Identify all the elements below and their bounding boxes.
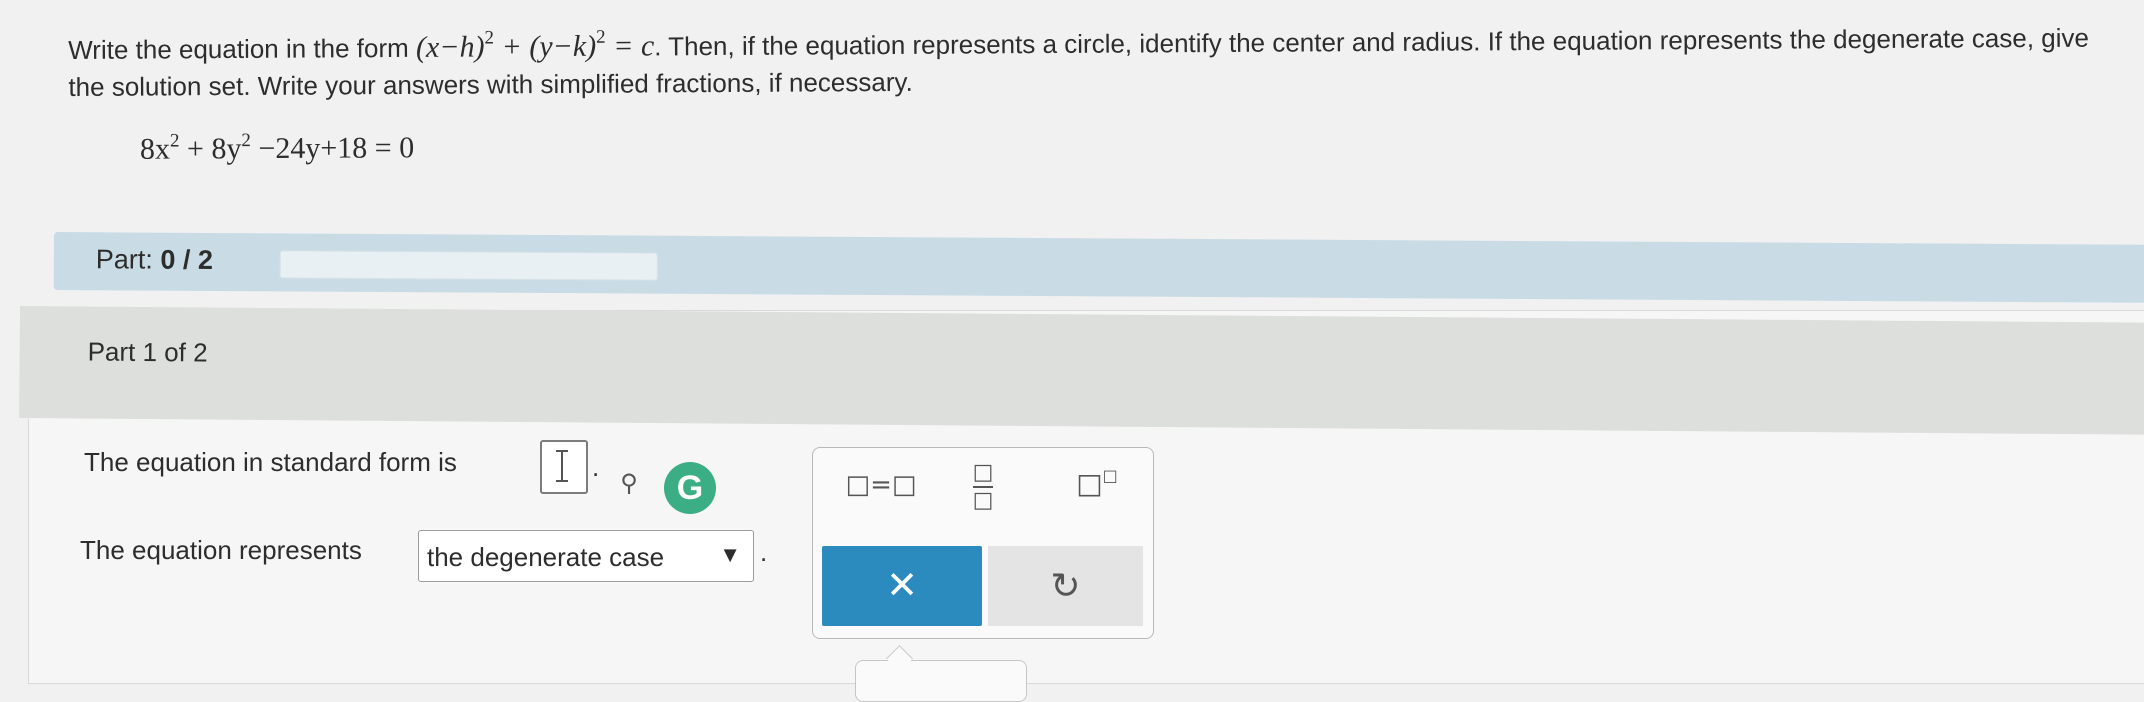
part-header: Part 1 of 2 (19, 306, 2144, 435)
represents-dropdown[interactable]: the degenerate case ▼ (418, 530, 754, 582)
undo-button[interactable]: ↻ (988, 546, 1143, 626)
progress-track (279, 250, 658, 281)
standard-form-input[interactable] (540, 440, 588, 494)
part-title: Part 1 of 2 (87, 336, 208, 368)
given-equation: 8x2 + 8y2 −24y+18 = 0 (139, 130, 415, 166)
standard-form-label: The equation in standard form is (84, 447, 457, 477)
period: . (592, 452, 600, 482)
equation-template-button[interactable]: □=□ (841, 470, 921, 500)
represents-label: The equation represents (80, 535, 362, 565)
text-cursor-icon (556, 450, 568, 482)
part-progress-bar: Part: 0 / 2 (53, 232, 2144, 303)
clear-button[interactable]: ✕ (822, 546, 982, 626)
grammarly-icon[interactable]: G (664, 462, 716, 514)
dropdown-arrow-icon: ▼ (719, 542, 741, 567)
period: . (760, 537, 768, 567)
lightbulb-icon[interactable]: ⚲ (615, 470, 643, 498)
question-prefix: Write the equation in the form (68, 32, 409, 65)
represents-selected: the degenerate case (427, 542, 665, 572)
question-text: Write the equation in the form (x−h)2 + … (68, 9, 2128, 106)
math-toolbar: □=□ □ □ □□ ✕ ↻ (812, 447, 1154, 639)
fraction-template-button[interactable]: □ □ (963, 462, 1003, 515)
form-math: (x−h)2 + (y−k)2 = c (415, 26, 655, 64)
part-progress-label: Part: 0 / 2 (95, 244, 214, 275)
exponent-template-button[interactable]: □□ (1067, 466, 1127, 500)
toolbar-tab[interactable] (855, 660, 1027, 702)
